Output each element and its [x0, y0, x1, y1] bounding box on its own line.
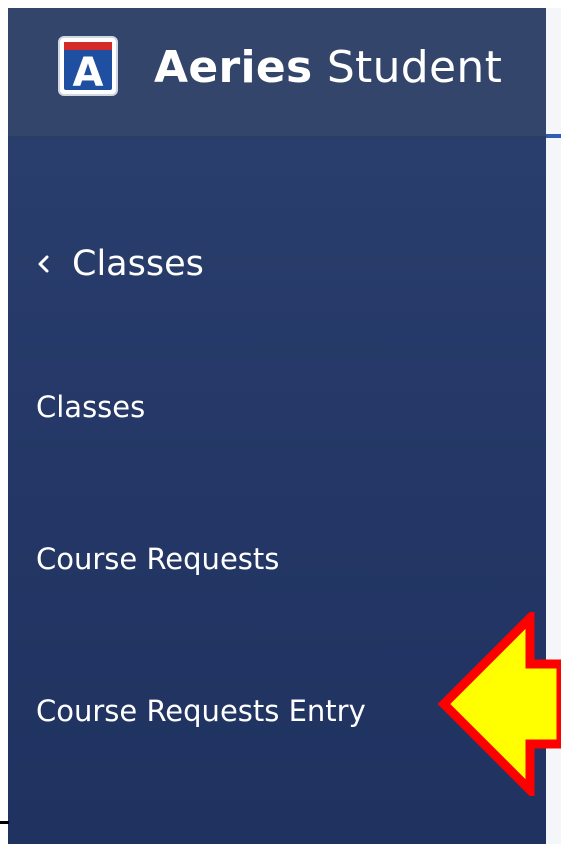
app-title: Aeries Student — [154, 38, 502, 98]
left-pointing-arrow-icon — [437, 612, 561, 796]
nav-item-course-requests-entry[interactable]: Course Requests Entry — [36, 694, 366, 728]
header-accent-line — [546, 134, 561, 138]
chevron-left-icon — [38, 255, 49, 273]
aeries-logo-icon[interactable]: A — [58, 36, 118, 96]
app-title-brand: Aeries — [154, 42, 313, 93]
app-title-suffix: Student — [326, 42, 503, 93]
back-link-label: Classes — [72, 244, 204, 284]
screenshot-frame: A Aeries Student Classes Classes Course … — [0, 0, 561, 844]
logo-letter: A — [73, 50, 104, 96]
back-to-classes-link[interactable]: Classes — [34, 236, 204, 292]
nav-item-classes[interactable]: Classes — [36, 390, 145, 424]
app-header: A Aeries Student — [8, 8, 546, 138]
nav-item-course-requests[interactable]: Course Requests — [36, 542, 279, 576]
divider-tick — [0, 821, 9, 824]
